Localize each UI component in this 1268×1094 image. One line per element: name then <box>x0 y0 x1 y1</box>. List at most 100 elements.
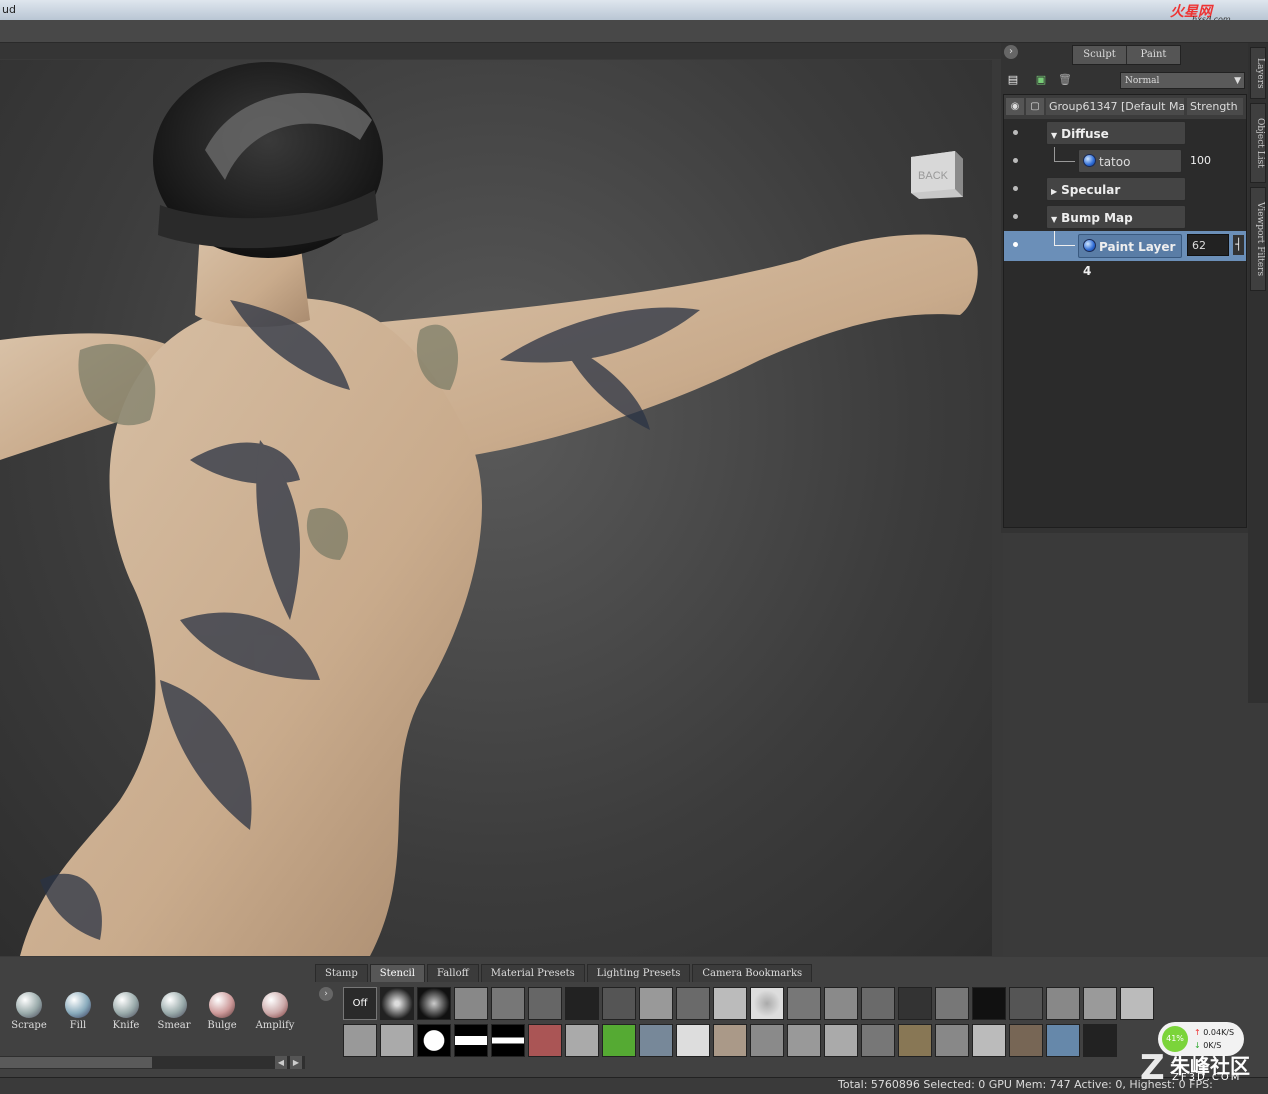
strength-slider-handle[interactable]: ┤ <box>1233 235 1244 255</box>
channel-diffuse[interactable]: ▼ Diffuse <box>1046 121 1186 145</box>
layer-row-tatoo[interactable]: tatoo 100 <box>1004 147 1246 175</box>
layer-list: ◉ ▢ Group61347 [Default Ma Strength ▼ Dif… <box>1003 94 1247 528</box>
stencil-thumb[interactable] <box>787 987 821 1020</box>
channel-row-specular[interactable]: ▶ Specular <box>1004 175 1246 203</box>
stencil-thumb[interactable] <box>898 987 932 1020</box>
stencil-thumb[interactable] <box>676 987 710 1020</box>
stencil-thumb[interactable] <box>750 1024 784 1057</box>
visibility-dot-icon[interactable] <box>1013 242 1018 247</box>
stencil-panel-toggle-icon[interactable]: › <box>319 987 333 1001</box>
stencil-thumb[interactable] <box>454 987 488 1020</box>
stencil-thumb[interactable] <box>713 1024 747 1057</box>
brush-label: Scrape <box>11 1020 47 1031</box>
stencil-thumb[interactable] <box>528 987 562 1020</box>
tab-stencil[interactable]: Stencil <box>369 964 425 982</box>
stencil-off[interactable]: Off <box>343 987 377 1020</box>
brush-knife[interactable]: Knife <box>103 984 149 1050</box>
blend-mode-select[interactable]: Normal ▼ <box>1120 72 1245 89</box>
stencil-thumb[interactable] <box>528 1024 562 1057</box>
paint-mode-button[interactable]: Paint <box>1126 46 1180 64</box>
viewport-header-strip <box>0 43 1003 59</box>
stencil-thumb[interactable] <box>602 987 636 1020</box>
stencil-thumb[interactable] <box>1009 1024 1043 1057</box>
stencil-thumb[interactable] <box>565 1024 599 1057</box>
stencil-thumb[interactable] <box>491 987 525 1020</box>
sculpt-mode-button[interactable]: Sculpt <box>1073 46 1126 64</box>
delete-layer-icon[interactable]: 🗑 <box>1058 72 1072 88</box>
brush-amplify[interactable]: Amplify <box>252 984 298 1050</box>
stencil-thumb[interactable] <box>565 987 599 1020</box>
strength-column-header[interactable]: Strength <box>1187 98 1243 115</box>
stencil-thumb[interactable] <box>787 1024 821 1057</box>
channel-specular[interactable]: ▶ Specular <box>1046 177 1186 201</box>
brush-fill[interactable]: Fill <box>55 984 101 1050</box>
tab-layers[interactable]: Layers <box>1250 47 1266 99</box>
stencil-thumb[interactable] <box>639 1024 673 1057</box>
tab-object-list[interactable]: Object List <box>1250 103 1266 183</box>
visibility-dot-icon[interactable] <box>1013 130 1018 135</box>
stencil-thumb[interactable] <box>1083 1024 1117 1057</box>
tab-falloff[interactable]: Falloff <box>426 964 479 982</box>
tab-camera-bookmarks[interactable]: Camera Bookmarks <box>692 964 813 982</box>
scroll-left-icon[interactable]: ◀ <box>275 1056 287 1069</box>
tab-viewport-filters[interactable]: Viewport Filters <box>1250 187 1266 291</box>
layer-strength[interactable]: 100 <box>1190 154 1211 167</box>
stencil-thumb[interactable] <box>824 1024 858 1057</box>
stencil-thumb[interactable] <box>1046 987 1080 1020</box>
brush-bulge[interactable]: Bulge <box>199 984 245 1050</box>
brush-smear[interactable]: Smear <box>151 984 197 1050</box>
stencil-thumb[interactable] <box>380 987 414 1020</box>
channel-row-diffuse[interactable]: ▼ Diffuse <box>1004 119 1246 147</box>
stencil-thumb[interactable] <box>343 1024 377 1057</box>
stencil-thumb[interactable] <box>898 1024 932 1057</box>
stencil-thumb[interactable] <box>1046 1024 1080 1057</box>
brush-label: Knife <box>112 1020 140 1031</box>
stencil-thumb[interactable] <box>861 987 895 1020</box>
scroll-right-icon[interactable]: ▶ <box>290 1056 302 1069</box>
layer-tatoo[interactable]: tatoo <box>1078 149 1182 173</box>
stencil-thumb[interactable] <box>750 987 784 1020</box>
layer-strength-input[interactable]: 62 <box>1187 234 1229 256</box>
stencil-thumb[interactable] <box>972 1024 1006 1057</box>
tab-material-presets[interactable]: Material Presets <box>480 964 585 982</box>
stencil-thumb[interactable] <box>1083 987 1117 1020</box>
stencil-thumb[interactable] <box>861 1024 895 1057</box>
stencil-thumb[interactable] <box>935 987 969 1020</box>
new-layer-icon[interactable]: ▤ <box>1006 72 1020 88</box>
eye-icon[interactable]: ◉ <box>1006 98 1024 115</box>
stencil-thumb[interactable] <box>380 1024 414 1057</box>
channel-bump-map[interactable]: ▼ Bump Map <box>1046 205 1186 229</box>
layer-paint-layer-4[interactable]: Paint Layer 4 <box>1078 234 1182 278</box>
navigation-cube[interactable]: BACK <box>909 149 965 201</box>
object-name[interactable]: Group61347 [Default Ma <box>1046 98 1184 115</box>
brush-scrollbar[interactable]: ◀ ▶ <box>0 1056 305 1069</box>
stencil-thumb[interactable] <box>1009 987 1043 1020</box>
scrollbar-thumb[interactable] <box>0 1057 152 1068</box>
layer-row-paint-layer-4[interactable]: Paint Layer 4 62 ┤ <box>1004 231 1246 278</box>
stencil-thumb[interactable] <box>639 987 673 1020</box>
3d-viewport[interactable]: BACK <box>0 60 993 956</box>
stencil-thumb[interactable] <box>713 987 747 1020</box>
stencil-thumb[interactable] <box>676 1024 710 1057</box>
visibility-dot-icon[interactable] <box>1013 214 1018 219</box>
blend-mode-value: Normal <box>1125 76 1160 86</box>
merge-layer-icon[interactable]: ▣ <box>1034 72 1048 88</box>
sculpted-figure-render <box>0 62 978 956</box>
tab-stamp[interactable]: Stamp <box>315 964 368 982</box>
brush-scrape[interactable]: Scrape <box>6 984 52 1050</box>
tab-lighting-presets[interactable]: Lighting Presets <box>586 964 691 982</box>
stencil-thumb[interactable] <box>972 987 1006 1020</box>
channel-row-bump-map[interactable]: ▼ Bump Map <box>1004 203 1246 231</box>
stencil-thumb[interactable] <box>491 1024 525 1057</box>
stencil-thumb[interactable] <box>602 1024 636 1057</box>
visibility-dot-icon[interactable] <box>1013 158 1018 163</box>
stencil-thumb[interactable] <box>935 1024 969 1057</box>
stencil-thumb[interactable] <box>1120 987 1154 1020</box>
stencil-thumb[interactable] <box>824 987 858 1020</box>
stencil-thumb[interactable] <box>417 1024 451 1057</box>
visibility-dot-icon[interactable] <box>1013 186 1018 191</box>
stencil-thumb[interactable] <box>417 987 451 1020</box>
stencil-thumb[interactable] <box>454 1024 488 1057</box>
panel-collapse-icon[interactable]: › <box>1004 45 1018 59</box>
lock-icon[interactable]: ▢ <box>1026 98 1044 115</box>
